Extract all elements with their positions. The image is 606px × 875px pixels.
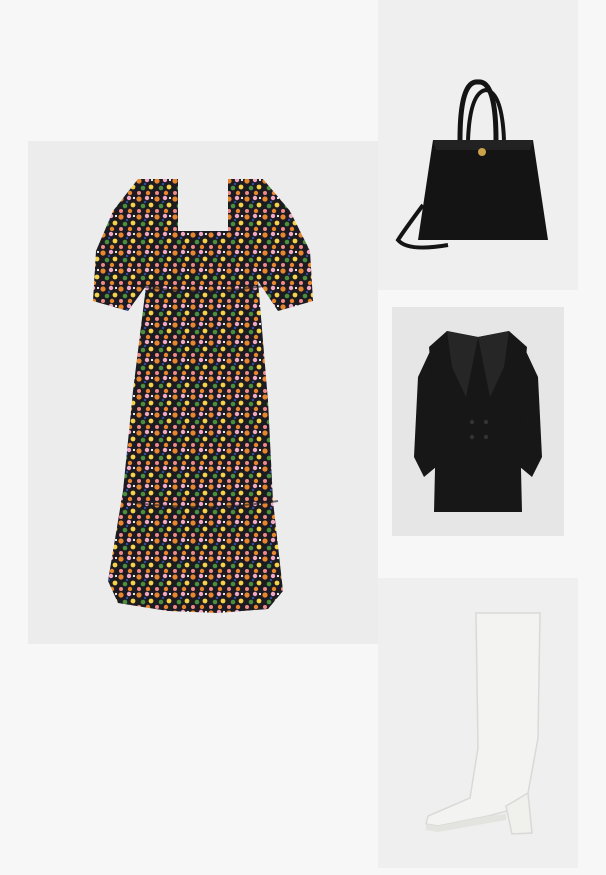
tote-bag-product-image[interactable] (378, 0, 578, 290)
white-boot-product-image[interactable] (378, 578, 578, 868)
blazer-dress-illustration (414, 331, 542, 512)
floral-dress-illustration (93, 179, 313, 613)
blazer-dress-product-image[interactable] (392, 307, 564, 536)
white-boot-illustration (425, 612, 541, 835)
outfit-collage: { "collage": { "items": [ {"item": "flor… (0, 0, 606, 875)
tote-bag-illustration (395, 79, 548, 250)
floral-dress-product-image[interactable] (28, 141, 378, 644)
